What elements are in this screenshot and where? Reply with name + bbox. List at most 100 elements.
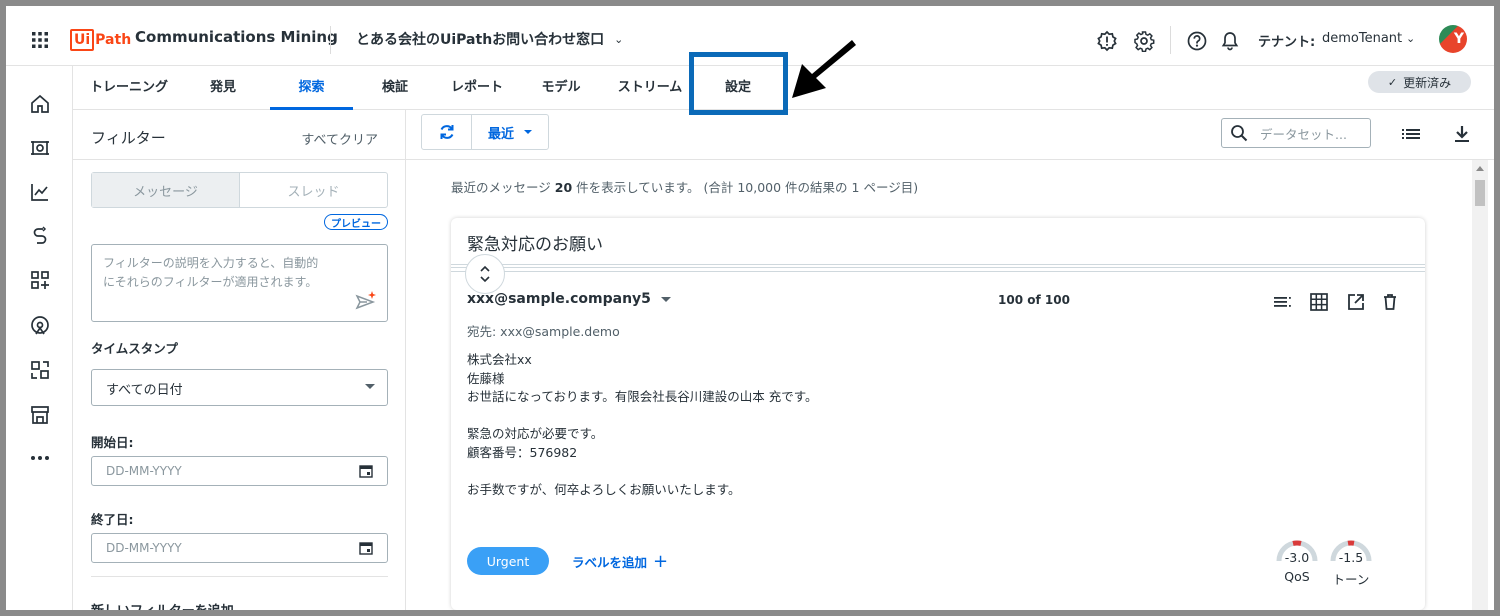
tab-training[interactable]: トレーニング bbox=[89, 66, 169, 110]
download-icon[interactable] bbox=[1452, 124, 1472, 144]
tab-streams[interactable]: ストリーム bbox=[613, 66, 687, 110]
product-name: Communications Mining bbox=[135, 28, 338, 46]
filter-title: フィルター bbox=[91, 129, 166, 147]
ai-send-icon[interactable] bbox=[355, 290, 377, 312]
qos-gauge: -3.0 QoS bbox=[1273, 533, 1321, 585]
separator bbox=[330, 26, 331, 54]
search-icon bbox=[1231, 125, 1248, 142]
segment-threads[interactable]: スレッド bbox=[240, 173, 387, 207]
streams-icon[interactable] bbox=[28, 224, 52, 248]
body-line bbox=[467, 407, 817, 426]
tab-validate[interactable]: 検証 bbox=[375, 66, 415, 110]
tone-score: -1.5 bbox=[1338, 550, 1364, 565]
clear-all-button[interactable]: すべてクリア bbox=[301, 129, 378, 148]
dataset-icon[interactable] bbox=[28, 136, 52, 160]
tenant-selector[interactable]: demoTenant bbox=[1322, 31, 1402, 46]
message-body: 株式会社xx 佐藤様 お世話になっております。有限会社長谷川建設の山本 充です。… bbox=[467, 351, 817, 499]
tab-settings[interactable]: 設定 bbox=[718, 66, 758, 110]
project-selector[interactable]: とある会社のUiPathお問い合わせ窓口 ⌄ bbox=[356, 29, 623, 49]
sort-group: 最近 bbox=[421, 114, 549, 150]
body-line: 顧客番号：576982 bbox=[467, 444, 578, 460]
apps-add-icon[interactable] bbox=[28, 268, 52, 292]
sender-email: xxx@sample.company5 bbox=[467, 291, 651, 307]
scroll-up-arrow[interactable] bbox=[1476, 166, 1484, 171]
body-line: お世話になっております。有限会社長谷川建設の山本 充です。 bbox=[467, 389, 818, 404]
app-launcher-icon[interactable] bbox=[30, 30, 50, 50]
add-label-text: ラベルを追加 bbox=[572, 555, 648, 570]
dataset-search-input[interactable]: データセット... bbox=[1221, 118, 1371, 148]
results-area: 最近のメッセージ 20 件を表示しています。 (合計 10,000 件の結果の … bbox=[406, 160, 1494, 610]
filter-description-input[interactable]: フィルターの説明を入力すると、自動的 にそれらのフィルターが適用されます。 bbox=[91, 244, 388, 322]
filter-panel: フィルター すべてクリア メッセージ スレッド プレビュー フィルターの説明を入… bbox=[73, 110, 406, 610]
separator bbox=[1170, 26, 1171, 54]
user-avatar[interactable]: Y bbox=[1439, 25, 1467, 53]
filter-header: フィルター すべてクリア bbox=[73, 110, 405, 160]
status-text: 更新済み bbox=[1403, 75, 1452, 90]
start-date-placeholder: DD-MM-YYYY bbox=[106, 464, 182, 478]
calendar-icon[interactable] bbox=[359, 464, 373, 478]
tab-reports[interactable]: レポート bbox=[447, 66, 507, 110]
message-card: 緊急対応のお願い xxx@sample.company5 100 of 100 bbox=[451, 218, 1425, 610]
recipient: 宛先: xxx@sample.demo bbox=[467, 324, 620, 339]
timestamp-value: すべての日付 bbox=[106, 383, 183, 398]
app-frame: Ui Path Communications Mining とある会社のUiPa… bbox=[6, 6, 1494, 610]
tab-explore[interactable]: 探索 bbox=[270, 66, 353, 110]
integrations-icon[interactable] bbox=[28, 358, 52, 382]
project-name: とある会社のUiPathお問い合わせ窓口 bbox=[356, 32, 605, 48]
body-line: 緊急の対応が必要です。 bbox=[467, 426, 604, 441]
trash-icon[interactable] bbox=[1380, 292, 1400, 312]
vertical-scrollbar[interactable] bbox=[1472, 160, 1488, 610]
sender-selector[interactable]: xxx@sample.company5 bbox=[467, 291, 671, 307]
notification-bell-icon[interactable] bbox=[1219, 30, 1241, 52]
store-icon[interactable] bbox=[28, 403, 52, 427]
add-filter-button[interactable]: 新しいフィルターを追加 bbox=[91, 600, 234, 610]
results-suffix: 件を表示しています。 (合計 10,000 件の結果の 1 ページ目) bbox=[576, 180, 919, 195]
scroll-thumb[interactable] bbox=[1475, 180, 1485, 206]
body-line bbox=[467, 462, 817, 481]
placeholder-line: フィルターの説明を入力すると、自動的 bbox=[103, 256, 319, 270]
gear-icon[interactable] bbox=[1133, 30, 1155, 52]
add-label-button[interactable]: ラベルを追加 + bbox=[572, 552, 668, 571]
expand-thread-button[interactable] bbox=[465, 254, 505, 294]
text-lines-icon[interactable] bbox=[1272, 292, 1292, 312]
home-icon[interactable] bbox=[28, 92, 52, 116]
open-external-icon[interactable] bbox=[1346, 292, 1366, 312]
chevron-down-icon[interactable]: ⌄ bbox=[1406, 32, 1415, 45]
table-grid-icon[interactable] bbox=[1309, 292, 1329, 312]
body-line: お手数ですが、何卒よろしくお願いいたします。 bbox=[467, 481, 741, 497]
top-bar: Ui Path Communications Mining とある会社のUiPa… bbox=[6, 14, 1494, 66]
segment-messages[interactable]: メッセージ bbox=[92, 173, 240, 207]
main-tabs: トレーニング 発見 探索 検証 レポート モデル ストリーム 設定 bbox=[73, 66, 1494, 110]
timestamp-select[interactable]: すべての日付 bbox=[91, 369, 388, 406]
chart-line-icon[interactable] bbox=[28, 180, 52, 204]
check-icon: ✓ bbox=[1387, 75, 1398, 89]
body-line: 株式会社xx bbox=[467, 352, 532, 367]
status-badge: ✓ 更新済み bbox=[1368, 71, 1471, 93]
tab-discover[interactable]: 発見 bbox=[203, 66, 243, 110]
logo-box: Ui bbox=[70, 29, 95, 51]
sort-value: 最近 bbox=[488, 126, 515, 142]
caret-down-icon bbox=[524, 130, 533, 134]
tab-models[interactable]: モデル bbox=[537, 66, 585, 110]
results-prefix: 最近のメッセージ bbox=[451, 180, 551, 195]
help-icon[interactable] bbox=[1186, 30, 1208, 52]
pointer-arrow-icon bbox=[792, 40, 856, 98]
refresh-icon bbox=[440, 125, 453, 139]
end-date-input[interactable]: DD-MM-YYYY bbox=[91, 533, 388, 563]
body-line: 佐藤様 bbox=[467, 370, 505, 386]
caret-down-icon bbox=[660, 296, 671, 302]
alert-badge-icon[interactable] bbox=[1096, 30, 1118, 52]
sort-select[interactable]: 最近 bbox=[472, 115, 548, 149]
left-nav-rail bbox=[6, 66, 73, 610]
broadcast-icon[interactable] bbox=[28, 314, 52, 338]
uipath-logo[interactable]: Ui Path bbox=[70, 27, 131, 53]
refresh-button[interactable] bbox=[422, 115, 472, 149]
list-view-icon[interactable] bbox=[1401, 124, 1421, 144]
tone-label: トーン bbox=[1332, 572, 1370, 587]
label-chip-urgent[interactable]: Urgent bbox=[467, 547, 549, 575]
calendar-icon[interactable] bbox=[359, 541, 373, 555]
start-date-input[interactable]: DD-MM-YYYY bbox=[91, 456, 388, 486]
more-icon[interactable] bbox=[28, 446, 52, 470]
preview-badge: プレビュー bbox=[324, 214, 388, 230]
results-count: 最近のメッセージ 20 件を表示しています。 (合計 10,000 件の結果の … bbox=[451, 177, 918, 196]
